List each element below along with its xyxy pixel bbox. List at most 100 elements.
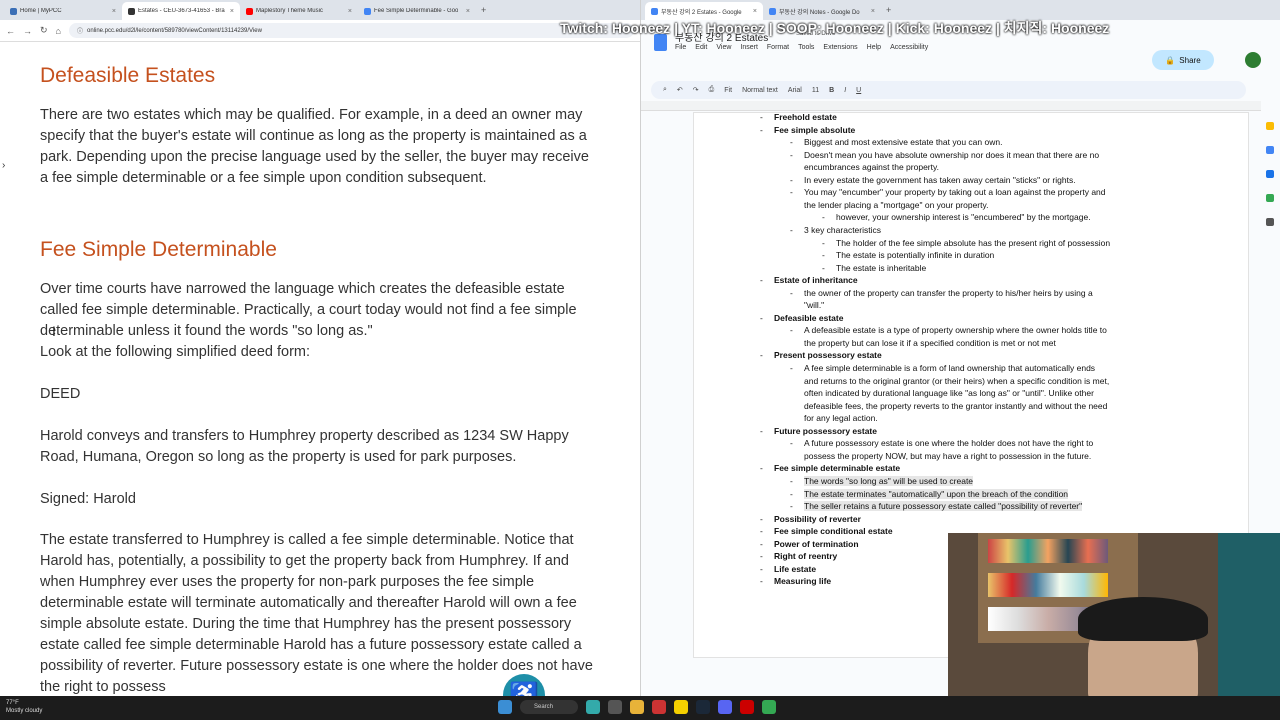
font-select[interactable]: Arial: [788, 87, 802, 94]
bullet-dash: -: [790, 224, 793, 235]
bullet-dash: -: [822, 212, 825, 223]
tab-favicon-icon: [651, 7, 658, 15]
bullet-dash: -: [790, 137, 793, 148]
tasks-icon[interactable]: [1266, 146, 1274, 154]
obs-icon[interactable]: [740, 700, 754, 714]
taskbar: 77°F Mostly cloudy Search: [0, 696, 1280, 720]
tab-title: Home | MyPCC: [20, 8, 62, 14]
docs-ruler[interactable]: [641, 101, 1261, 111]
discord-icon[interactable]: [718, 700, 732, 714]
search-icon[interactable]: ⌕: [663, 86, 667, 94]
underline-icon[interactable]: U: [856, 87, 861, 94]
paragraph-courts: Over time courts have narrowed the langu…: [40, 281, 577, 339]
docs-toolbar: ⌕ ↶ ↷ ⎙ Fit Normal text Arial 11 B I U: [651, 81, 1246, 99]
undo-icon[interactable]: ↶: [677, 86, 683, 94]
bullet-dash: -: [760, 112, 763, 122]
doc-line: Fee simple conditional estate: [774, 526, 893, 537]
doc-line: Future possessory estate: [774, 425, 877, 436]
tab-close-icon[interactable]: ×: [230, 8, 234, 15]
bullet-dash: -: [790, 287, 793, 298]
share-button[interactable]: 🔒 Share: [1152, 50, 1214, 70]
tab-close-icon[interactable]: ×: [753, 8, 757, 15]
chrome-icon[interactable]: [762, 700, 776, 714]
new-tab-icon[interactable]: +: [476, 5, 491, 15]
sidebar-toggle-icon[interactable]: ›: [2, 160, 5, 171]
doc-line: Possibility of reverter: [774, 513, 861, 524]
menu-item-format[interactable]: Format: [767, 44, 789, 51]
heading-defeasible-estates: Defeasible Estates: [40, 64, 216, 87]
style-select[interactable]: Normal text: [742, 87, 778, 94]
doc-line: Right of reentry: [774, 551, 838, 562]
add-ons-icon[interactable]: [1266, 218, 1274, 226]
keep-icon[interactable]: [1266, 122, 1274, 130]
address-input[interactable]: ⓘ online.pcc.edu/d2l/le/content/589780/v…: [68, 23, 634, 38]
taskbar-apps: Search: [498, 700, 776, 714]
tab-close-icon[interactable]: ×: [466, 8, 470, 15]
left-tab-1[interactable]: Estates - CEU-3673-41653 - Bra ×: [122, 2, 240, 20]
app-icon-red[interactable]: [652, 700, 666, 714]
weather-temp: 77°F: [6, 700, 19, 706]
task-view-icon[interactable]: [608, 700, 622, 714]
share-label: Share: [1179, 55, 1201, 65]
weather-widget[interactable]: 77°F Mostly cloudy: [6, 699, 42, 715]
taskbar-search[interactable]: Search: [520, 700, 578, 714]
left-browser-window: Home | MyPCC × Estates - CEU-3673-41653 - …: [0, 0, 640, 696]
tab-favicon-icon: [246, 7, 253, 15]
doc-line: The holder of the fee simple absolute ha…: [836, 237, 1111, 248]
tab-close-icon[interactable]: ×: [871, 8, 875, 15]
doc-line: often indicated by durational language l…: [804, 388, 1094, 399]
copilot-icon[interactable]: [586, 700, 600, 714]
file-explorer-icon[interactable]: [630, 700, 644, 714]
forward-icon[interactable]: →: [23, 26, 32, 36]
steam-icon[interactable]: [696, 700, 710, 714]
maps-icon[interactable]: [1266, 194, 1274, 202]
bullet-dash: -: [760, 350, 763, 361]
new-tab-icon[interactable]: +: [881, 5, 896, 15]
doc-line: the property but can lose it if a specif…: [804, 337, 1056, 348]
site-info-icon[interactable]: ⓘ: [77, 26, 83, 35]
font-size-input[interactable]: 11: [812, 87, 819, 94]
article-content: › Defeasible Estates There are two estat…: [0, 42, 640, 696]
doc-line: A future possessory estate is one where …: [804, 438, 1094, 449]
print-icon[interactable]: ⎙: [709, 86, 715, 94]
home-icon[interactable]: ⌂: [56, 26, 61, 36]
deed-label: DEED: [40, 386, 81, 402]
reload-icon[interactable]: ↻: [40, 25, 48, 36]
tab-close-icon[interactable]: ×: [348, 8, 352, 15]
italic-icon[interactable]: I: [844, 87, 846, 94]
search-label: Search: [534, 704, 554, 710]
avatar[interactable]: [1245, 52, 1261, 68]
menu-item-accessibility[interactable]: Accessibility: [890, 44, 928, 51]
doc-line: A fee simple determinable is a form of l…: [804, 363, 1096, 373]
signed-text: Signed: Harold: [40, 491, 136, 507]
doc-line: The estate is inheritable: [836, 262, 927, 273]
left-tab-0[interactable]: Home | MyPCC ×: [4, 2, 122, 20]
menu-item-edit[interactable]: Edit: [695, 44, 707, 51]
contacts-icon[interactable]: [1266, 170, 1274, 178]
doc-line: A defeasible estate is a type of propert…: [804, 325, 1107, 336]
start-icon[interactable]: [498, 700, 512, 714]
tab-close-icon[interactable]: ×: [112, 8, 116, 15]
menu-item-tools[interactable]: Tools: [798, 44, 814, 51]
menu-item-extensions[interactable]: Extensions: [823, 44, 857, 51]
zoom-select[interactable]: Fit: [724, 87, 732, 94]
menu-item-insert[interactable]: Insert: [740, 44, 758, 51]
address-text: online.pcc.edu/d2l/le/content/589780/vie…: [87, 27, 262, 34]
left-tab-3[interactable]: Fee Simple Determinable - Goo ×: [358, 2, 476, 20]
app-icon-yellow[interactable]: [674, 700, 688, 714]
bullet-dash: -: [760, 526, 763, 537]
redo-icon[interactable]: ↷: [693, 86, 699, 94]
doc-line: Biggest and most extensive estate that y…: [804, 137, 1003, 148]
back-icon[interactable]: ←: [6, 26, 15, 36]
doc-line: 3 key characteristics: [804, 224, 881, 235]
menu-item-view[interactable]: View: [716, 44, 731, 51]
doc-line: The words "so long as" will be used to c…: [804, 475, 974, 486]
menu-item-file[interactable]: File: [675, 44, 686, 51]
bullet-dash: -: [790, 325, 793, 336]
menu-item-help[interactable]: Help: [867, 44, 881, 51]
tab-title: 부동산 강의 Notes - Google Do: [779, 9, 860, 16]
bold-icon[interactable]: B: [829, 87, 834, 94]
left-tab-2[interactable]: Maplestory Theme Music ×: [240, 2, 358, 20]
chair-back: [1218, 533, 1280, 696]
doc-line: however, your ownership interest is "enc…: [836, 212, 1091, 223]
